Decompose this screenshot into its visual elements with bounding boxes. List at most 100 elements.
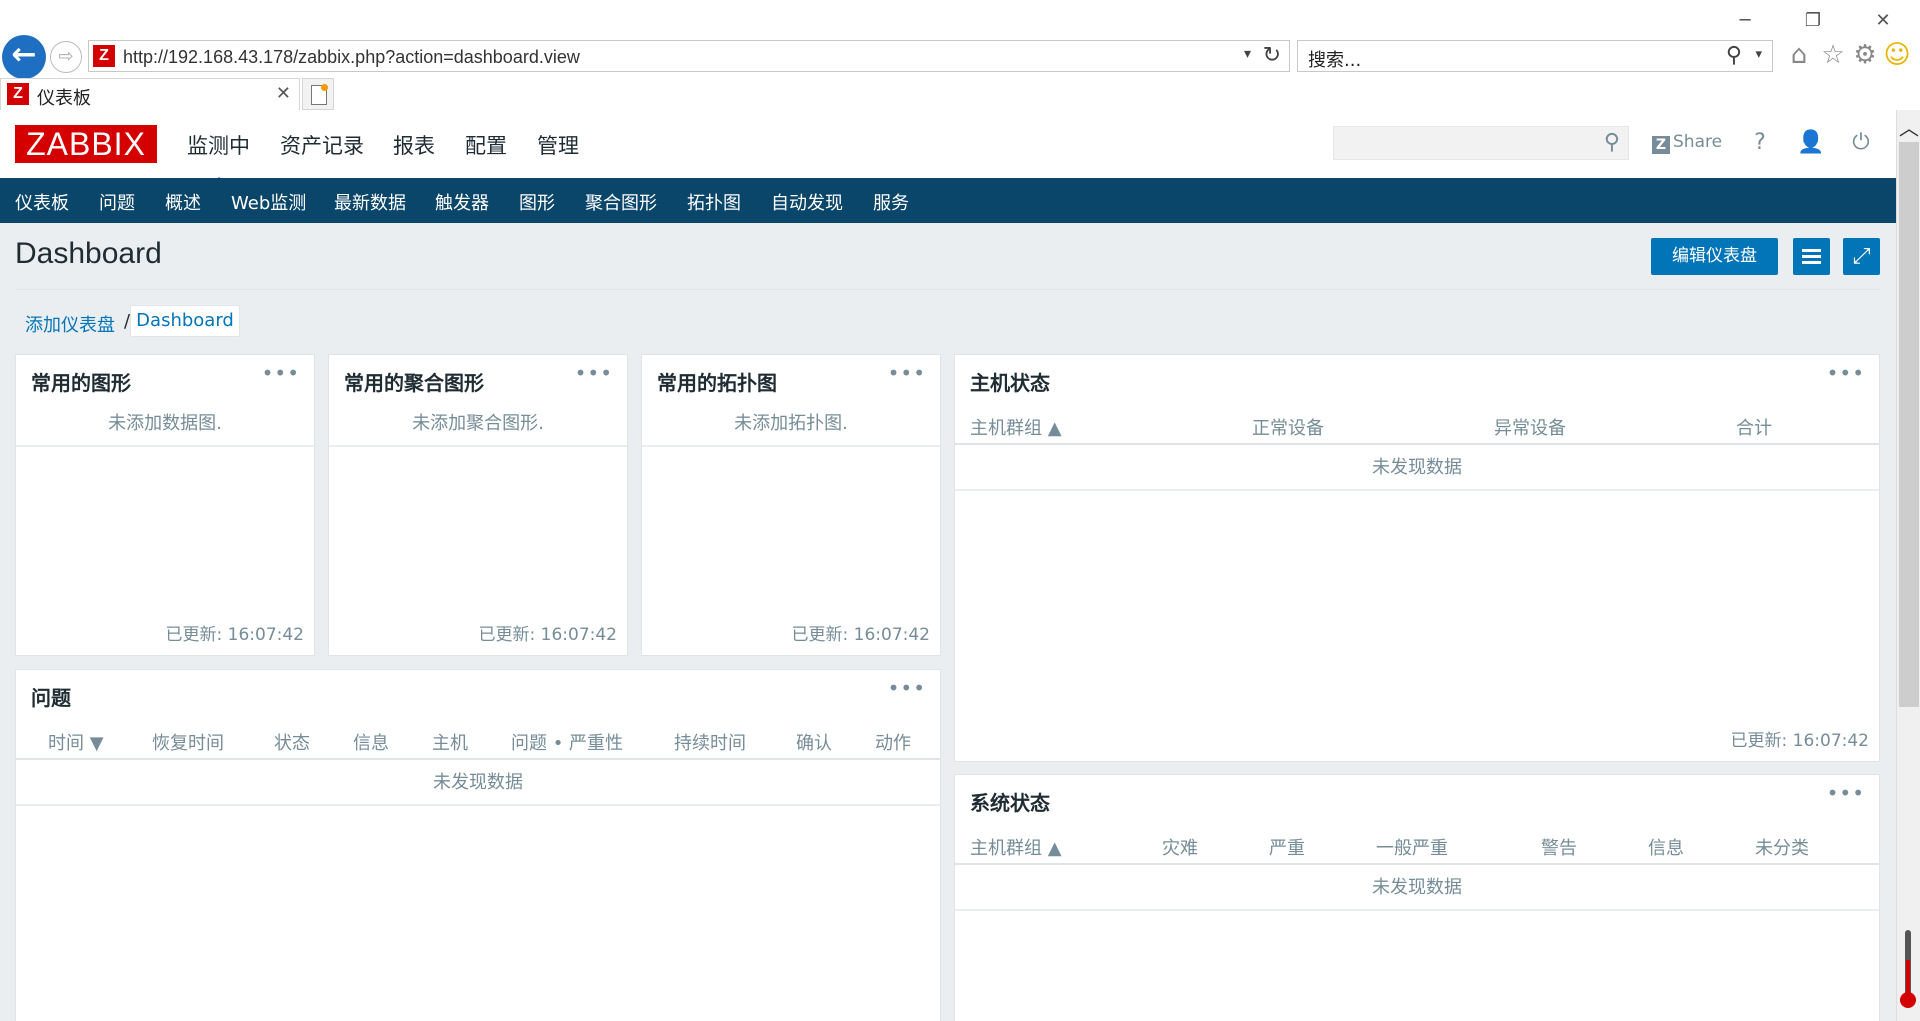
no-data-message: 未发现数据 xyxy=(955,867,1879,911)
menu-reports[interactable]: 报表 xyxy=(393,130,435,160)
page-scrollbar[interactable]: ︿ xyxy=(1896,110,1920,1021)
address-text[interactable]: http://192.168.43.178/zabbix.php?action=… xyxy=(123,47,580,68)
power-icon[interactable]: ⏻ xyxy=(1846,128,1876,158)
widget-updated-time: 已更新: 16:07:42 xyxy=(791,625,930,645)
edit-dashboard-button[interactable]: 编辑仪表盘 xyxy=(1651,238,1778,275)
widget-title: 主机状态 xyxy=(970,371,1050,395)
menu-icon[interactable] xyxy=(1793,238,1830,275)
dashboard-page: Dashboard 编辑仪表盘 ⤢ 添加仪表盘 / Dashboard 常用的图… xyxy=(0,223,1896,1021)
no-data-message: 未发现数据 xyxy=(16,762,940,806)
search-dropdown-icon[interactable]: ▾ xyxy=(1755,47,1762,62)
widget-favourite-graphs: 常用的图形 ••• 未添加数据图. 已更新: 16:07:42 xyxy=(15,354,315,656)
widget-menu-button[interactable]: ••• xyxy=(888,676,926,700)
subnav-latest-data[interactable]: 最新数据 xyxy=(334,189,406,215)
column-duration: 持续时间 xyxy=(674,733,746,754)
menu-inventory[interactable]: 资产记录 xyxy=(280,130,364,160)
column-recovery-time: 恢复时间 xyxy=(152,733,224,754)
zabbix-favicon-icon: Z xyxy=(7,83,29,105)
user-icon[interactable]: 👤 xyxy=(1796,128,1826,158)
fullscreen-icon[interactable]: ⤢ xyxy=(1843,238,1880,275)
address-bar[interactable]: Z http://192.168.43.178/zabbix.php?actio… xyxy=(88,40,1290,72)
column-not-classified: 未分类 xyxy=(1755,838,1809,859)
home-icon[interactable]: ⌂ xyxy=(1784,40,1814,70)
forward-button[interactable]: ⇨ xyxy=(50,41,82,73)
gear-icon[interactable]: ⚙ xyxy=(1850,40,1880,70)
refresh-icon[interactable]: ↻ xyxy=(1263,43,1281,68)
sub-navigation: 仪表板 问题 概述 Web监测 最新数据 触发器 图形 聚合图形 拓扑图 自动发… xyxy=(0,178,1896,227)
menu-administration[interactable]: 管理 xyxy=(537,130,579,160)
column-host-group[interactable]: 主机群组 ▲ xyxy=(970,834,1062,860)
widget-system-status: 系统状态 ••• 主机群组 ▲ 灾难 严重 一般严重 警告 信息 未分类 未发现… xyxy=(954,774,1880,1021)
arrow-left-icon: ← xyxy=(11,37,37,72)
search-icon[interactable]: ⚲ xyxy=(1604,130,1620,155)
widget-title: 常用的图形 xyxy=(31,371,131,395)
widget-title: 常用的聚合图形 xyxy=(344,371,484,395)
breadcrumb-add-dashboard[interactable]: 添加仪表盘 xyxy=(25,311,115,337)
smiley-icon[interactable]: ☺ xyxy=(1882,40,1912,70)
widget-updated-time: 已更新: 16:07:42 xyxy=(478,625,617,645)
restore-button[interactable]: ❐ xyxy=(1798,10,1828,32)
browser-chrome: ─ ❐ ✕ ← ⇨ Z http://192.168.43.178/zabbix… xyxy=(0,0,1920,110)
browser-tab-active[interactable]: Z 仪表板 ✕ xyxy=(0,78,300,110)
widget-problems: 问题 ••• 时间 ▼ 恢复时间 状态 信息 主机 问题 • 严重性 持续时间 … xyxy=(15,669,941,1021)
scroll-up-arrow-icon[interactable]: ︿ xyxy=(1897,118,1920,138)
zabbix-logo[interactable]: ZABBIX xyxy=(15,125,157,163)
widget-menu-button[interactable]: ••• xyxy=(1827,361,1865,385)
subnav-problems[interactable]: 问题 xyxy=(99,189,135,215)
column-time[interactable]: 时间 ▼ xyxy=(48,729,104,755)
column-warning: 警告 xyxy=(1541,838,1577,859)
menu-configuration[interactable]: 配置 xyxy=(465,130,507,160)
widget-empty-message: 未添加拓扑图. xyxy=(642,403,940,447)
column-problem-severity: 问题 • 严重性 xyxy=(511,733,624,754)
widget-updated-time: 已更新: 16:07:42 xyxy=(1730,731,1869,751)
column-host-group[interactable]: 主机群组 ▲ xyxy=(970,414,1062,440)
column-high: 严重 xyxy=(1269,838,1305,859)
subnav-dashboard[interactable]: 仪表板 xyxy=(15,189,69,227)
star-icon[interactable]: ☆ xyxy=(1818,40,1848,70)
subnav-web[interactable]: Web监测 xyxy=(231,189,306,215)
back-button[interactable]: ← xyxy=(2,35,46,79)
widget-title: 问题 xyxy=(31,686,71,710)
widget-menu-button[interactable]: ••• xyxy=(888,361,926,385)
address-dropdown-icon[interactable]: ▾ xyxy=(1244,46,1251,62)
widget-host-status: 主机状态 ••• 主机群组 ▲ 正常设备 异常设备 合计 未发现数据 已更新: … xyxy=(954,354,1880,762)
subnav-triggers[interactable]: 触发器 xyxy=(435,189,489,215)
table-header: 主机群组 ▲ 灾难 严重 一般严重 警告 信息 未分类 xyxy=(955,823,1879,865)
table-header: 主机群组 ▲ 正常设备 异常设备 合计 xyxy=(955,403,1879,445)
subnav-overview[interactable]: 概述 xyxy=(165,189,201,215)
table-header: 时间 ▼ 恢复时间 状态 信息 主机 问题 • 严重性 持续时间 确认 动作 xyxy=(16,718,940,760)
zabbix-header: ZABBIX 监测中 资产记录 报表 配置 管理 ⚲ Z Share ? 👤 ⏻ xyxy=(0,110,1896,186)
widget-empty-message: 未添加聚合图形. xyxy=(329,403,627,447)
browser-search-input[interactable]: 搜索... xyxy=(1308,46,1361,72)
column-ack: 确认 xyxy=(796,733,832,754)
subnav-graphs[interactable]: 图形 xyxy=(519,189,555,215)
widget-menu-button[interactable]: ••• xyxy=(262,361,300,385)
breadcrumb-current[interactable]: Dashboard xyxy=(130,305,240,337)
share-link[interactable]: Z Share xyxy=(1652,132,1722,154)
subnav-maps[interactable]: 拓扑图 xyxy=(687,189,741,215)
subnav-screens[interactable]: 聚合图形 xyxy=(585,189,657,215)
subnav-discovery[interactable]: 自动发现 xyxy=(771,189,843,215)
widget-favourite-maps: 常用的拓扑图 ••• 未添加拓扑图. 已更新: 16:07:42 xyxy=(641,354,941,656)
column-actions: 动作 xyxy=(875,733,911,754)
browser-search-box[interactable]: 搜索... ⚲ ▾ xyxy=(1297,40,1773,72)
widget-title: 常用的拓扑图 xyxy=(657,371,777,395)
column-disaster: 灾难 xyxy=(1162,838,1198,859)
search-icon[interactable]: ⚲ xyxy=(1726,43,1742,68)
share-label: Share xyxy=(1673,132,1723,152)
widget-menu-button[interactable]: ••• xyxy=(1827,781,1865,805)
close-window-button[interactable]: ✕ xyxy=(1868,10,1898,32)
minimize-button[interactable]: ─ xyxy=(1730,10,1760,32)
menu-monitoring[interactable]: 监测中 xyxy=(187,130,250,186)
scroll-thumb[interactable] xyxy=(1899,142,1919,707)
global-search-input[interactable]: ⚲ xyxy=(1333,126,1629,160)
close-icon[interactable]: ✕ xyxy=(276,83,291,104)
widget-menu-button[interactable]: ••• xyxy=(575,361,613,385)
share-icon: Z xyxy=(1652,136,1670,154)
help-icon[interactable]: ? xyxy=(1745,128,1775,158)
arrow-right-icon: ⇨ xyxy=(58,46,74,67)
thermometer-icon xyxy=(1900,930,1916,1010)
subnav-services[interactable]: 服务 xyxy=(873,189,909,215)
column-total: 合计 xyxy=(1736,418,1772,439)
new-tab-button[interactable] xyxy=(302,78,334,110)
